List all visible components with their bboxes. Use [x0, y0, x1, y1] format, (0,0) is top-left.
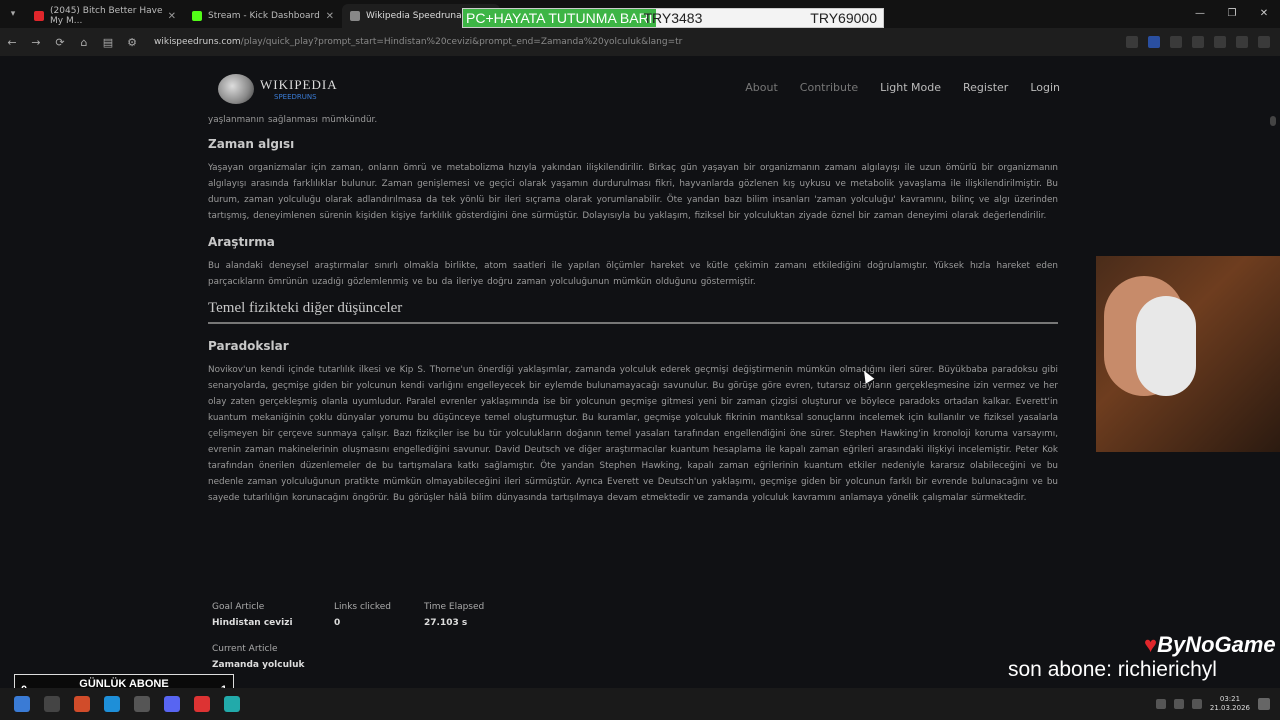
tab-label: Wikipedia Speedrunad [366, 11, 468, 21]
clock[interactable]: 03:21 21.03.2026 [1210, 695, 1250, 713]
nav-register[interactable]: Register [963, 81, 1008, 94]
sidebar-icon[interactable]: ▤ [96, 36, 120, 49]
logo-title: WIKIPEDIA [260, 77, 338, 92]
headphones-icon [1136, 296, 1196, 396]
brand-logo: ♥ByNoGame [1144, 632, 1276, 658]
back-icon[interactable]: ← [0, 36, 24, 49]
app-icon[interactable] [194, 696, 210, 712]
scrollbar[interactable] [1270, 116, 1276, 126]
address-bar: ← → ⟳ ⌂ ▤ ⚙ wikispeedruns.com/play/quick… [0, 28, 1280, 56]
current-article-value: Zamanda yolculuk [212, 660, 305, 670]
volume-icon[interactable] [1191, 699, 1202, 709]
banner-target-amount: TRY69000 [810, 10, 877, 26]
donation-goal-banner: PC+HAYATA TUTUNMA BARI TRY3483 TRY69000 [462, 8, 884, 28]
nav-contribute[interactable]: Contribute [800, 81, 858, 94]
banner-current-amount: TRY3483 [643, 10, 703, 26]
browser-tab[interactable]: Stream - Kick Dashboard ✕ [184, 4, 342, 28]
close-tab-icon[interactable]: ✕ [326, 11, 334, 22]
window-controls: — ❐ ✕ [1184, 0, 1280, 28]
reload-icon[interactable]: ⟳ [48, 36, 72, 49]
wiki-header: WIKIPEDIA SPEEDRUNS About Contribute Lig… [0, 56, 1280, 112]
current-article-box: Current Article Zamanda yolculuk [212, 644, 304, 670]
clock-time: 03:21 [1219, 695, 1241, 703]
search-icon[interactable] [44, 696, 60, 712]
web-page: WIKIPEDIA SPEEDRUNS About Contribute Lig… [0, 56, 1280, 688]
start-icon[interactable] [14, 696, 30, 712]
goal-article-value[interactable]: Hindistan cevizi [212, 618, 334, 628]
app-icon[interactable] [224, 696, 240, 712]
extensions-icon[interactable] [1214, 36, 1226, 48]
paragraph: Yaşayan organizmalar için zaman, onların… [208, 163, 1058, 221]
brand-name: ByNoGame [1157, 632, 1276, 657]
brand-heart-icon: ♥ [1144, 632, 1158, 657]
last-subscriber: son abone: richierichyl [1008, 658, 1217, 681]
wiki-logo[interactable]: WIKIPEDIA SPEEDRUNS [218, 74, 338, 104]
translate-icon[interactable] [1148, 36, 1160, 48]
time-elapsed-value: 27.103 s [424, 618, 468, 628]
major-heading: Temel fizikteki diğer düşünceler [208, 300, 1058, 324]
logo-subtitle: SPEEDRUNS [274, 93, 317, 101]
profile-icon[interactable] [1236, 36, 1248, 48]
speedrun-stats: Goal Article Links clicked Time Elapsed … [212, 602, 544, 628]
links-label: Links clicked [334, 602, 392, 612]
wikipedia-globe-icon [218, 74, 254, 104]
more-menu-icon[interactable] [1258, 36, 1270, 48]
current-article-label: Current Article [212, 644, 278, 654]
url-domain: wikispeedruns.com [154, 37, 241, 47]
paragraph: Novikov'un kendi içinde tutarlılık ilkes… [208, 365, 1058, 503]
youtube-favicon-icon [34, 11, 44, 21]
browser-app-icon[interactable] [74, 696, 90, 712]
wikipedia-favicon-icon [350, 11, 360, 21]
nav-login[interactable]: Login [1030, 81, 1060, 94]
minimize-icon[interactable]: — [1184, 0, 1216, 28]
screenshot-icon[interactable] [1170, 36, 1182, 48]
paragraph: Bu alandaki deneysel araştırmalar sınırl… [208, 261, 1058, 287]
bookmark-icon[interactable] [1126, 36, 1138, 48]
close-tab-icon[interactable]: ✕ [168, 11, 176, 22]
banner-goal-label: PC+HAYATA TUTUNMA BARI [463, 9, 656, 27]
links-clicked-value: 0 [334, 618, 341, 628]
system-tray: 03:21 21.03.2026 [1155, 688, 1250, 720]
wifi-icon[interactable] [1173, 699, 1184, 709]
nav-light-mode[interactable]: Light Mode [880, 81, 941, 94]
url-field[interactable]: wikispeedruns.com/play/quick_play?prompt… [154, 37, 1126, 47]
article-body: yaşlanmanın sağlanması mümkündür. Zaman … [208, 112, 1058, 516]
section-heading: Paradokslar [208, 339, 289, 353]
webcam-feed [1096, 256, 1280, 452]
top-nav: About Contribute Light Mode Register Log… [745, 81, 1060, 94]
section-heading: Zaman algısı [208, 137, 295, 151]
windows-taskbar: 03:21 21.03.2026 [0, 688, 1280, 720]
site-info-icon[interactable]: ⚙ [120, 36, 144, 49]
section-heading: Araştırma [208, 235, 275, 249]
browser-tab[interactable]: (2045) Bitch Better Have My M... ✕ [26, 4, 184, 28]
discord-app-icon[interactable] [164, 696, 180, 712]
tab-label: Stream - Kick Dashboard [208, 11, 320, 21]
maximize-icon[interactable]: ❐ [1216, 0, 1248, 28]
paragraph-fragment: yaşlanmanın sağlanması mümkündür. [208, 115, 378, 125]
tab-menu-icon[interactable]: ▾ [0, 9, 26, 19]
time-label: Time Elapsed [424, 602, 485, 612]
home-icon[interactable]: ⌂ [72, 36, 96, 49]
notifications-icon[interactable] [1258, 698, 1270, 710]
close-window-icon[interactable]: ✕ [1248, 0, 1280, 28]
edge-app-icon[interactable] [104, 696, 120, 712]
toolbar-icons [1126, 36, 1270, 48]
shield-icon[interactable] [1192, 36, 1204, 48]
clock-date: 21.03.2026 [1209, 704, 1250, 712]
url-path: /play/quick_play?prompt_start=Hindistan%… [240, 37, 683, 47]
tray-icon[interactable] [1155, 699, 1166, 709]
nav-about[interactable]: About [745, 81, 778, 94]
kick-favicon-icon [192, 11, 202, 21]
obs-app-icon[interactable] [134, 696, 150, 712]
tab-label: (2045) Bitch Better Have My M... [50, 6, 163, 26]
forward-icon[interactable]: → [24, 36, 48, 49]
goal-label: Goal Article [212, 602, 265, 612]
